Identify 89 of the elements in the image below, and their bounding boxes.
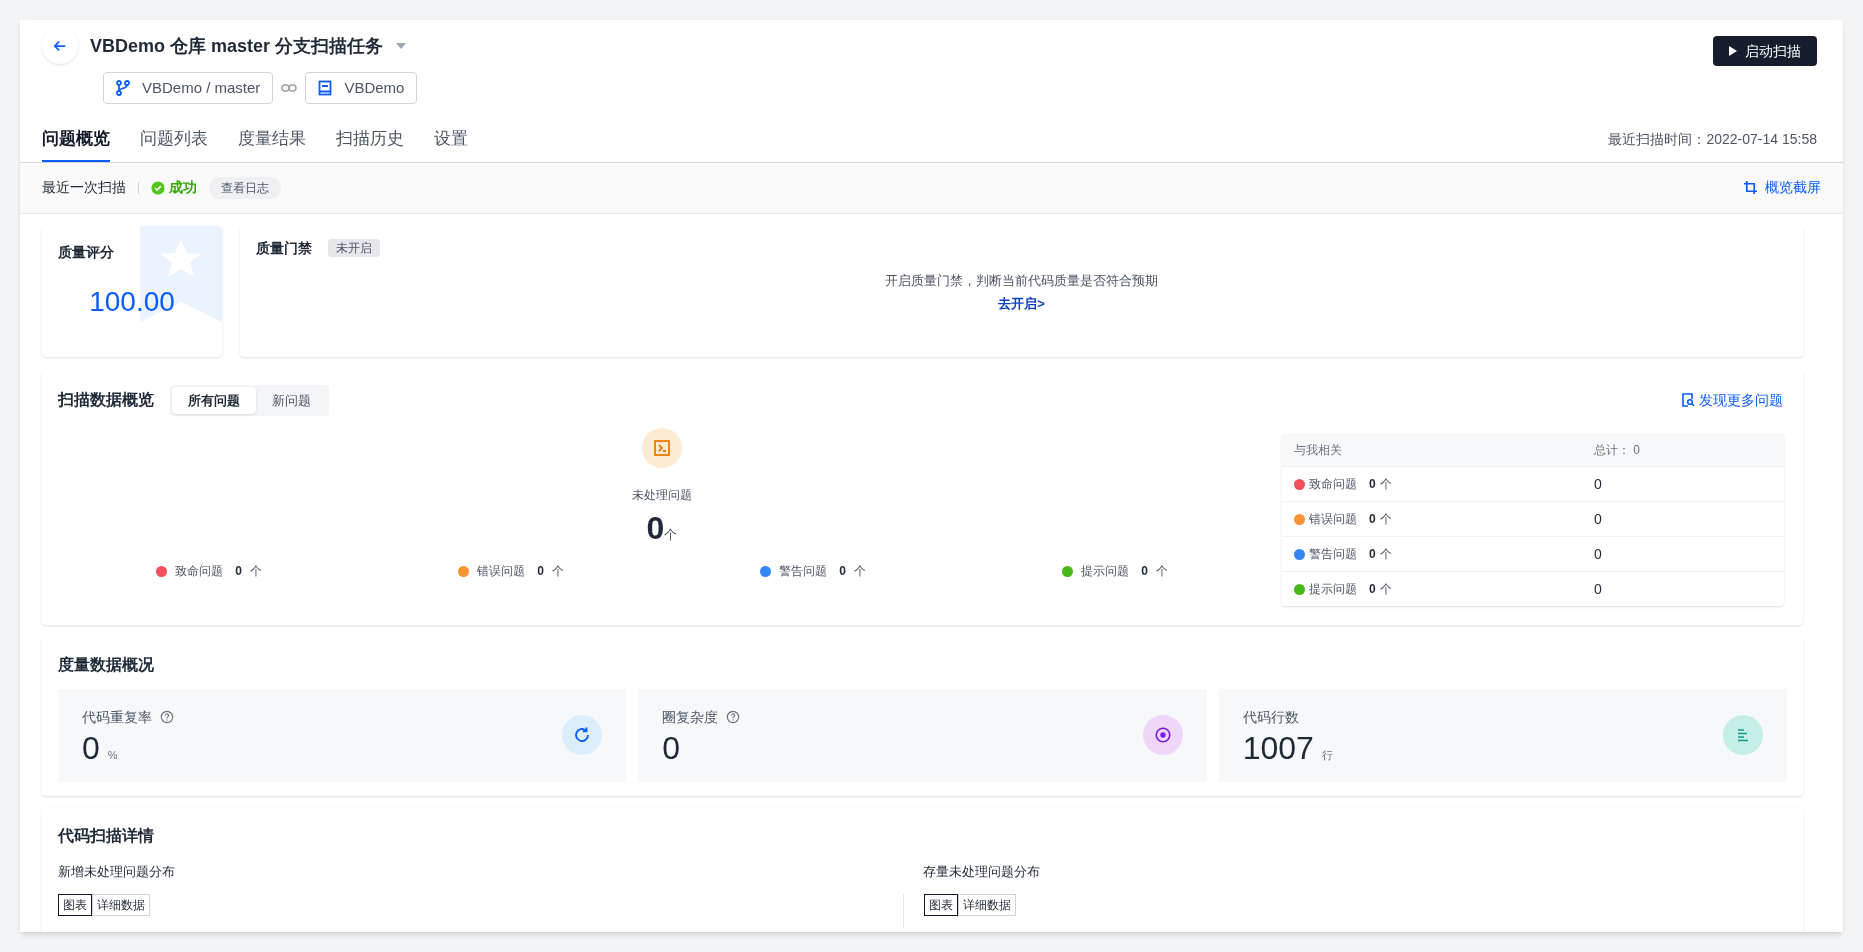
status-badge: 未开启 <box>328 239 380 257</box>
unit-label: 个 <box>551 563 564 580</box>
severity-count: 0 <box>235 563 242 580</box>
repo-button[interactable]: VBDemo <box>305 72 418 104</box>
link-icon <box>281 83 298 93</box>
view-toggle[interactable]: 详细数据 <box>957 894 1016 916</box>
severity-count: 0 <box>537 563 544 580</box>
unit-label: 个 <box>1379 581 1392 598</box>
unit-label: 个 <box>664 526 678 544</box>
severity-label: 错误问题 <box>477 563 526 580</box>
start-scan-button[interactable]: 启动扫描 <box>1713 36 1817 66</box>
last-scan-time: 最近扫描时间：2022-07-14 15:58 <box>1608 129 1817 149</box>
severity-label: 错误问题 <box>1309 511 1357 528</box>
table-cell-text: 0 <box>1594 579 1602 599</box>
target-icon <box>1142 715 1183 755</box>
check-circle-icon <box>151 180 165 195</box>
help-icon[interactable] <box>726 710 741 724</box>
branch-icon <box>116 80 130 96</box>
metric-label: 代码行数 <box>1242 707 1299 727</box>
severity-label: 警告问题 <box>779 563 828 580</box>
play-icon <box>1729 46 1737 56</box>
back-button[interactable] <box>42 28 78 64</box>
terminal-icon <box>642 428 682 468</box>
severity-label: 提示问题 <box>1309 581 1357 598</box>
back-arrow-icon <box>53 39 67 53</box>
column-header: 总计： 0 <box>1594 442 1640 459</box>
unit-label: 个 <box>853 563 866 580</box>
severity-count: 0 <box>1369 581 1376 598</box>
tab[interactable]: 问题列表 <box>140 126 208 162</box>
severity-count: 0 <box>1369 511 1376 528</box>
panel-title: 新增未处理问题分布 <box>58 862 176 881</box>
enable-link[interactable]: 去开启> <box>998 294 1045 314</box>
unit-label: 个 <box>249 563 262 580</box>
metric-value: 1007 <box>1242 731 1314 764</box>
crop-icon <box>1744 181 1757 194</box>
unit-label: % <box>107 748 118 763</box>
details-title: 代码扫描详情 <box>58 825 155 846</box>
caret-icon[interactable] <box>395 42 408 50</box>
view-log-button[interactable]: 查看日志 <box>209 176 281 199</box>
view-toggle[interactable]: 图表 <box>58 894 92 916</box>
tab[interactable]: 度量结果 <box>238 126 306 162</box>
severity-count: 0 <box>1369 476 1376 493</box>
severity-count: 0 <box>1141 563 1148 580</box>
view-toggle[interactable]: 详细数据 <box>92 894 150 916</box>
refresh-icon <box>562 715 603 755</box>
column-header: 与我相关 <box>1294 442 1343 459</box>
unhandled-label: 未处理问题 <box>632 487 692 504</box>
book-icon <box>318 80 333 96</box>
screenshot-link[interactable]: 概览截屏 <box>1744 177 1821 198</box>
help-icon[interactable] <box>160 710 174 724</box>
tab[interactable]: 扫描历史 <box>336 126 404 162</box>
document-search-icon <box>1682 393 1695 408</box>
severity-label: 提示问题 <box>1081 563 1130 580</box>
metric-value: 0 <box>82 731 100 764</box>
more-issues-link[interactable]: 发现更多问题 <box>1682 389 1783 411</box>
panel-title: 存量未处理问题分布 <box>922 862 1041 881</box>
last-scan-label: 最近一次扫描 <box>42 178 126 197</box>
table-cell-text: 0 <box>1594 474 1602 494</box>
quality-gate-message: 开启质量门禁，判断当前代码质量是否符合预期 <box>885 271 1158 290</box>
metric-value: 0 <box>662 731 681 764</box>
branch-button[interactable]: VBDemo / master <box>103 72 274 104</box>
tab[interactable]: 问题概览 <box>42 126 110 162</box>
unit-label: 个 <box>1379 546 1392 563</box>
segment-tab[interactable]: 所有问题 <box>172 386 256 414</box>
table-cell-text: 0 <box>1594 509 1602 529</box>
severity-label: 致命问题 <box>175 563 224 580</box>
metric-label: 圈复杂度 <box>662 707 719 727</box>
page-title: VBDemo 仓库 master 分支扫描任务 <box>90 34 384 58</box>
quality-score-value: 100.00 <box>88 284 176 319</box>
metric-label: 代码重复率 <box>82 707 152 727</box>
metrics-title: 度量数据概况 <box>58 654 155 675</box>
scan-overview-title: 扫描数据概览 <box>58 390 154 411</box>
unit-label: 个 <box>1155 563 1168 580</box>
severity-label: 警告问题 <box>1309 546 1357 563</box>
success-status: 成功 <box>151 177 197 198</box>
segment-tab[interactable]: 新问题 <box>256 386 327 414</box>
unhandled-count: 0 <box>646 512 665 544</box>
severity-label: 致命问题 <box>1309 476 1357 493</box>
tab[interactable]: 设置 <box>434 126 468 162</box>
lines-icon <box>1723 715 1763 755</box>
severity-count: 0 <box>1369 546 1376 563</box>
quality-gate-title: 质量门禁 <box>256 238 312 258</box>
severity-count: 0 <box>839 563 846 580</box>
unit-label: 个 <box>1379 511 1392 528</box>
quality-score-title: 质量评分 <box>58 242 115 262</box>
table-cell-text: 0 <box>1594 544 1602 564</box>
view-toggle[interactable]: 图表 <box>923 894 958 916</box>
unit-label: 行 <box>1321 748 1333 763</box>
unit-label: 个 <box>1379 476 1392 493</box>
